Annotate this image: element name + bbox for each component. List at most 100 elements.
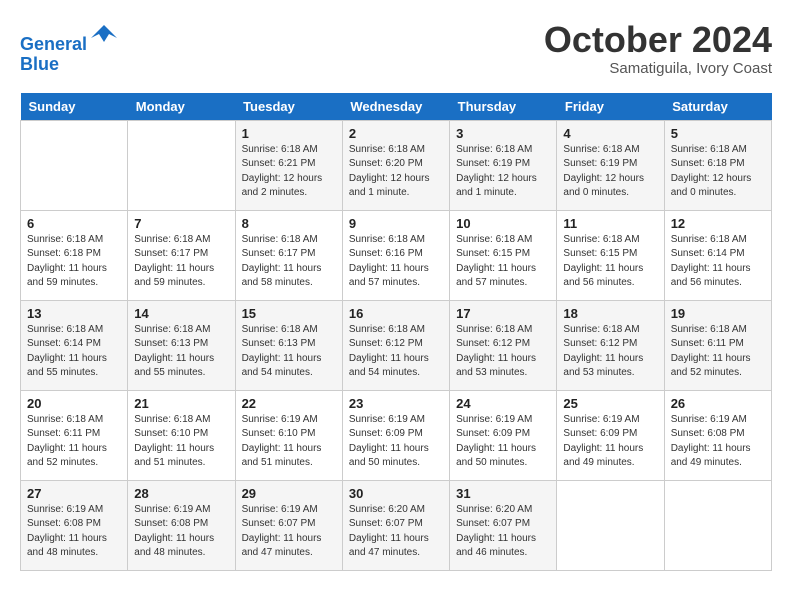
- logo-bird-icon: [89, 20, 119, 50]
- day-info: Sunrise: 6:18 AM Sunset: 6:15 PM Dayligh…: [563, 233, 657, 291]
- day-info: Sunrise: 6:18 AM Sunset: 6:13 PM Dayligh…: [134, 323, 228, 381]
- day-number: 10: [456, 216, 550, 231]
- day-info: Sunrise: 6:19 AM Sunset: 6:09 PM Dayligh…: [349, 413, 443, 471]
- calendar-day-cell: 2 Sunrise: 6:18 AM Sunset: 6:20 PM Daylig…: [342, 120, 449, 210]
- day-number: 24: [456, 396, 550, 411]
- calendar-day-cell: [557, 480, 664, 570]
- calendar-day-cell: 28 Sunrise: 6:19 AM Sunset: 6:08 PM Dayli…: [128, 480, 235, 570]
- weekday-header: Wednesday: [342, 93, 449, 121]
- day-info: Sunrise: 6:18 AM Sunset: 6:13 PM Dayligh…: [242, 323, 336, 381]
- calendar-day-cell: 4 Sunrise: 6:18 AM Sunset: 6:19 PM Daylig…: [557, 120, 664, 210]
- calendar-day-cell: 24 Sunrise: 6:19 AM Sunset: 6:09 PM Dayli…: [450, 390, 557, 480]
- weekday-header: Saturday: [664, 93, 771, 121]
- day-info: Sunrise: 6:18 AM Sunset: 6:17 PM Dayligh…: [242, 233, 336, 291]
- calendar-day-cell: [128, 120, 235, 210]
- calendar-day-cell: 17Sunrise: 6:18 AM Sunset: 6:12 PM Dayli…: [450, 300, 557, 390]
- calendar-day-cell: 30 Sunrise: 6:20 AM Sunset: 6:07 PM Dayli…: [342, 480, 449, 570]
- calendar-day-cell: 27Sunrise: 6:19 AM Sunset: 6:08 PM Dayli…: [21, 480, 128, 570]
- day-info: Sunrise: 6:18 AM Sunset: 6:19 PM Dayligh…: [563, 143, 657, 201]
- calendar-day-cell: 20Sunrise: 6:18 AM Sunset: 6:11 PM Dayli…: [21, 390, 128, 480]
- day-number: 9: [349, 216, 443, 231]
- calendar-day-cell: 15 Sunrise: 6:18 AM Sunset: 6:13 PM Dayli…: [235, 300, 342, 390]
- logo-text: GeneralBlue: [20, 20, 119, 75]
- calendar-day-cell: 18Sunrise: 6:18 AM Sunset: 6:12 PM Dayli…: [557, 300, 664, 390]
- day-info: Sunrise: 6:18 AM Sunset: 6:10 PM Dayligh…: [134, 413, 228, 471]
- day-info: Sunrise: 6:18 AM Sunset: 6:12 PM Dayligh…: [456, 323, 550, 381]
- weekday-header: Tuesday: [235, 93, 342, 121]
- day-info: Sunrise: 6:19 AM Sunset: 6:08 PM Dayligh…: [134, 503, 228, 561]
- day-number: 5: [671, 126, 765, 141]
- calendar-day-cell: 5Sunrise: 6:18 AM Sunset: 6:18 PM Daylig…: [664, 120, 771, 210]
- calendar-week-row: 20Sunrise: 6:18 AM Sunset: 6:11 PM Dayli…: [21, 390, 772, 480]
- day-number: 12: [671, 216, 765, 231]
- title-block: October 2024 Samatiguila, Ivory Coast: [544, 20, 772, 77]
- day-info: Sunrise: 6:19 AM Sunset: 6:09 PM Dayligh…: [563, 413, 657, 471]
- calendar-week-row: 1 Sunrise: 6:18 AM Sunset: 6:21 PM Daylig…: [21, 120, 772, 210]
- day-number: 26: [671, 396, 765, 411]
- day-number: 22: [242, 396, 336, 411]
- day-info: Sunrise: 6:18 AM Sunset: 6:14 PM Dayligh…: [27, 323, 121, 381]
- calendar-day-cell: 8 Sunrise: 6:18 AM Sunset: 6:17 PM Daylig…: [235, 210, 342, 300]
- day-info: Sunrise: 6:18 AM Sunset: 6:11 PM Dayligh…: [671, 323, 765, 381]
- page-header: GeneralBlue October 2024 Samatiguila, Iv…: [20, 20, 772, 77]
- day-info: Sunrise: 6:19 AM Sunset: 6:07 PM Dayligh…: [242, 503, 336, 561]
- day-info: Sunrise: 6:20 AM Sunset: 6:07 PM Dayligh…: [456, 503, 550, 561]
- calendar-day-cell: 7 Sunrise: 6:18 AM Sunset: 6:17 PM Daylig…: [128, 210, 235, 300]
- day-info: Sunrise: 6:18 AM Sunset: 6:21 PM Dayligh…: [242, 143, 336, 201]
- calendar-day-cell: [664, 480, 771, 570]
- day-info: Sunrise: 6:18 AM Sunset: 6:20 PM Dayligh…: [349, 143, 443, 201]
- calendar-day-cell: 6Sunrise: 6:18 AM Sunset: 6:18 PM Daylig…: [21, 210, 128, 300]
- calendar-day-cell: 14 Sunrise: 6:18 AM Sunset: 6:13 PM Dayli…: [128, 300, 235, 390]
- day-number: 8: [242, 216, 336, 231]
- day-info: Sunrise: 6:18 AM Sunset: 6:11 PM Dayligh…: [27, 413, 121, 471]
- day-number: 4: [563, 126, 657, 141]
- day-info: Sunrise: 6:19 AM Sunset: 6:08 PM Dayligh…: [671, 413, 765, 471]
- calendar-day-cell: 29 Sunrise: 6:19 AM Sunset: 6:07 PM Dayli…: [235, 480, 342, 570]
- day-info: Sunrise: 6:18 AM Sunset: 6:12 PM Dayligh…: [349, 323, 443, 381]
- day-info: Sunrise: 6:19 AM Sunset: 6:09 PM Dayligh…: [456, 413, 550, 471]
- day-info: Sunrise: 6:18 AM Sunset: 6:19 PM Dayligh…: [456, 143, 550, 201]
- calendar-day-cell: 3 Sunrise: 6:18 AM Sunset: 6:19 PM Daylig…: [450, 120, 557, 210]
- day-number: 11: [563, 216, 657, 231]
- day-info: Sunrise: 6:19 AM Sunset: 6:10 PM Dayligh…: [242, 413, 336, 471]
- day-number: 21: [134, 396, 228, 411]
- day-number: 31: [456, 486, 550, 501]
- calendar-day-cell: 21 Sunrise: 6:18 AM Sunset: 6:10 PM Dayli…: [128, 390, 235, 480]
- day-info: Sunrise: 6:18 AM Sunset: 6:16 PM Dayligh…: [349, 233, 443, 291]
- calendar-day-cell: 31 Sunrise: 6:20 AM Sunset: 6:07 PM Dayli…: [450, 480, 557, 570]
- day-number: 30: [349, 486, 443, 501]
- day-number: 29: [242, 486, 336, 501]
- day-number: 18: [563, 306, 657, 321]
- logo: GeneralBlue: [20, 20, 119, 75]
- weekday-header: Monday: [128, 93, 235, 121]
- weekday-header: Friday: [557, 93, 664, 121]
- day-number: 1: [242, 126, 336, 141]
- day-info: Sunrise: 6:18 AM Sunset: 6:18 PM Dayligh…: [27, 233, 121, 291]
- calendar-day-cell: 19Sunrise: 6:18 AM Sunset: 6:11 PM Dayli…: [664, 300, 771, 390]
- day-number: 2: [349, 126, 443, 141]
- month-title: October 2024: [544, 20, 772, 60]
- day-number: 28: [134, 486, 228, 501]
- weekday-header-row: SundayMondayTuesdayWednesdayThursdayFrid…: [21, 93, 772, 121]
- day-info: Sunrise: 6:20 AM Sunset: 6:07 PM Dayligh…: [349, 503, 443, 561]
- day-number: 23: [349, 396, 443, 411]
- location: Samatiguila, Ivory Coast: [544, 60, 772, 77]
- calendar-day-cell: 13Sunrise: 6:18 AM Sunset: 6:14 PM Dayli…: [21, 300, 128, 390]
- calendar-table: SundayMondayTuesdayWednesdayThursdayFrid…: [20, 93, 772, 571]
- calendar-week-row: 6Sunrise: 6:18 AM Sunset: 6:18 PM Daylig…: [21, 210, 772, 300]
- day-number: 15: [242, 306, 336, 321]
- day-info: Sunrise: 6:19 AM Sunset: 6:08 PM Dayligh…: [27, 503, 121, 561]
- weekday-header: Sunday: [21, 93, 128, 121]
- calendar-day-cell: 26 Sunrise: 6:19 AM Sunset: 6:08 PM Dayli…: [664, 390, 771, 480]
- calendar-day-cell: 12 Sunrise: 6:18 AM Sunset: 6:14 PM Dayli…: [664, 210, 771, 300]
- day-info: Sunrise: 6:18 AM Sunset: 6:17 PM Dayligh…: [134, 233, 228, 291]
- calendar-day-cell: 10Sunrise: 6:18 AM Sunset: 6:15 PM Dayli…: [450, 210, 557, 300]
- day-number: 7: [134, 216, 228, 231]
- calendar-week-row: 27Sunrise: 6:19 AM Sunset: 6:08 PM Dayli…: [21, 480, 772, 570]
- day-number: 16: [349, 306, 443, 321]
- day-number: 3: [456, 126, 550, 141]
- calendar-week-row: 13Sunrise: 6:18 AM Sunset: 6:14 PM Dayli…: [21, 300, 772, 390]
- day-info: Sunrise: 6:18 AM Sunset: 6:14 PM Dayligh…: [671, 233, 765, 291]
- day-number: 14: [134, 306, 228, 321]
- calendar-day-cell: 11 Sunrise: 6:18 AM Sunset: 6:15 PM Dayli…: [557, 210, 664, 300]
